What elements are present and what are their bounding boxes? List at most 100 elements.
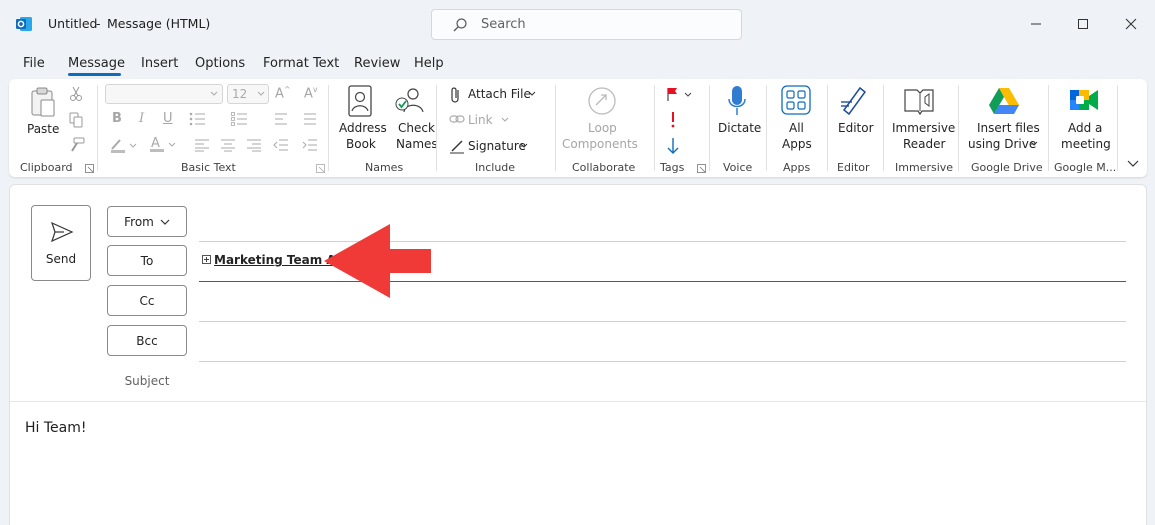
search-placeholder: Search — [481, 17, 526, 32]
tab-review[interactable]: Review — [354, 56, 400, 71]
low-importance-icon[interactable] — [666, 137, 680, 155]
link-button[interactable]: Link — [468, 113, 493, 127]
bold-button[interactable]: B — [112, 111, 122, 126]
decrease-indent-icon[interactable] — [273, 138, 289, 152]
ribbon-separator — [766, 85, 767, 171]
chevron-down-icon — [160, 219, 170, 225]
tab-insert[interactable]: Insert — [141, 56, 178, 71]
check-names-icon[interactable] — [393, 85, 425, 117]
search-box[interactable]: Search — [431, 9, 742, 40]
font-name-dropdown[interactable] — [105, 84, 223, 104]
align-right-icon[interactable] — [246, 138, 262, 152]
loop-label-2: Components — [562, 137, 638, 151]
italic-button[interactable]: I — [139, 111, 144, 126]
ribbon-expand-chevron-icon[interactable] — [1127, 160, 1139, 168]
minimize-button[interactable] — [1013, 10, 1059, 38]
check-names-label-1: Check — [398, 121, 435, 135]
chevron-down-icon — [257, 91, 265, 96]
bcc-field-line[interactable] — [199, 361, 1126, 362]
tags-launcher-icon[interactable] — [697, 164, 706, 173]
microphone-icon[interactable] — [726, 85, 748, 117]
address-book-icon[interactable] — [347, 85, 373, 117]
google-meet-icon[interactable] — [1069, 87, 1099, 113]
loop-components-icon[interactable] — [587, 86, 617, 116]
window-title-type: Message (HTML) — [107, 16, 211, 31]
all-apps-icon[interactable] — [781, 85, 811, 115]
shrink-font-icon[interactable]: Av — [304, 85, 318, 101]
loop-label-1: Loop — [588, 121, 617, 135]
attach-file-icon — [451, 87, 459, 103]
attach-file-button[interactable]: Attach File — [468, 87, 531, 101]
tab-message[interactable]: Message — [68, 56, 125, 71]
numbering-icon[interactable] — [231, 112, 251, 126]
group-google-drive-label: Google Drive — [971, 161, 1043, 174]
font-size-dropdown[interactable]: 12 — [227, 84, 269, 104]
insert-drive-label-1: Insert files — [977, 121, 1040, 135]
cc-button[interactable]: Cc — [107, 285, 187, 316]
grow-font-icon[interactable]: A^ — [275, 85, 291, 101]
address-book-label-2: Book — [346, 137, 376, 151]
ribbon-separator — [1117, 85, 1118, 171]
high-importance-icon[interactable] — [669, 111, 677, 129]
add-meeting-label-2: meeting — [1061, 137, 1111, 151]
highlight-icon[interactable] — [110, 137, 138, 153]
group-immersive-label: Immersive — [895, 161, 954, 174]
group-names-label: Names — [365, 161, 404, 174]
subject-label: Subject — [124, 374, 170, 388]
increase-indent-icon[interactable] — [302, 138, 318, 152]
window-title-document: Untitled — [48, 16, 98, 31]
expand-group-icon[interactable] — [202, 255, 211, 264]
text-effects-icon[interactable] — [302, 112, 318, 126]
signature-button[interactable]: Signature — [468, 139, 526, 153]
group-include-label: Include — [475, 161, 516, 174]
to-label: To — [140, 253, 154, 268]
maximize-button[interactable] — [1060, 10, 1106, 38]
align-left-icon[interactable] — [194, 138, 210, 152]
close-button[interactable] — [1108, 10, 1154, 38]
font-size-value: 12 — [232, 87, 248, 101]
send-icon — [50, 221, 74, 243]
copy-icon[interactable] — [69, 112, 83, 128]
message-body[interactable]: Hi Team! — [25, 420, 86, 436]
cc-field-line[interactable] — [199, 321, 1126, 322]
link-icon — [449, 115, 465, 123]
format-painter-icon[interactable] — [69, 137, 85, 153]
search-icon — [453, 18, 467, 32]
from-button[interactable]: From — [107, 206, 187, 237]
group-clipboard-label: Clipboard — [20, 161, 73, 174]
clear-formatting-icon[interactable] — [273, 112, 291, 126]
check-names-label-2: Names — [396, 137, 438, 151]
tab-help[interactable]: Help — [414, 56, 444, 71]
to-button[interactable]: To — [107, 245, 187, 276]
group-collaborate-label: Collaborate — [572, 161, 636, 174]
clipboard-launcher-icon[interactable] — [85, 164, 94, 173]
ribbon-separator — [97, 85, 98, 171]
ribbon-separator — [883, 85, 884, 171]
flag-icon[interactable] — [665, 86, 693, 102]
group-apps-label: Apps — [783, 161, 811, 174]
bcc-button[interactable]: Bcc — [107, 325, 187, 356]
tab-options[interactable]: Options — [195, 56, 245, 71]
tab-file[interactable]: File — [23, 56, 45, 71]
underline-button[interactable]: U — [163, 111, 173, 126]
align-center-icon[interactable] — [220, 138, 236, 152]
google-drive-icon[interactable] — [988, 87, 1020, 115]
bullets-icon[interactable] — [189, 112, 209, 126]
font-color-icon[interactable]: A — [149, 136, 179, 153]
paste-label[interactable]: Paste — [27, 121, 59, 137]
chevron-down-icon — [528, 91, 536, 96]
to-recipient-chip[interactable]: Marketing Team A: — [202, 253, 341, 267]
cut-icon[interactable] — [69, 86, 83, 102]
from-label: From — [124, 214, 154, 229]
send-button[interactable]: Send — [31, 205, 91, 281]
ribbon-separator — [709, 85, 710, 171]
immersive-reader-label-1: Immersive — [892, 121, 956, 135]
immersive-reader-icon[interactable] — [903, 86, 937, 116]
ribbon-separator — [1048, 85, 1049, 171]
tab-format-text[interactable]: Format Text — [263, 56, 339, 71]
chevron-down-icon — [501, 117, 509, 122]
editor-icon[interactable] — [838, 84, 870, 116]
editor-label: Editor — [838, 121, 874, 135]
address-book-label-1: Address — [339, 121, 387, 135]
basic-text-launcher-icon[interactable] — [316, 164, 325, 173]
